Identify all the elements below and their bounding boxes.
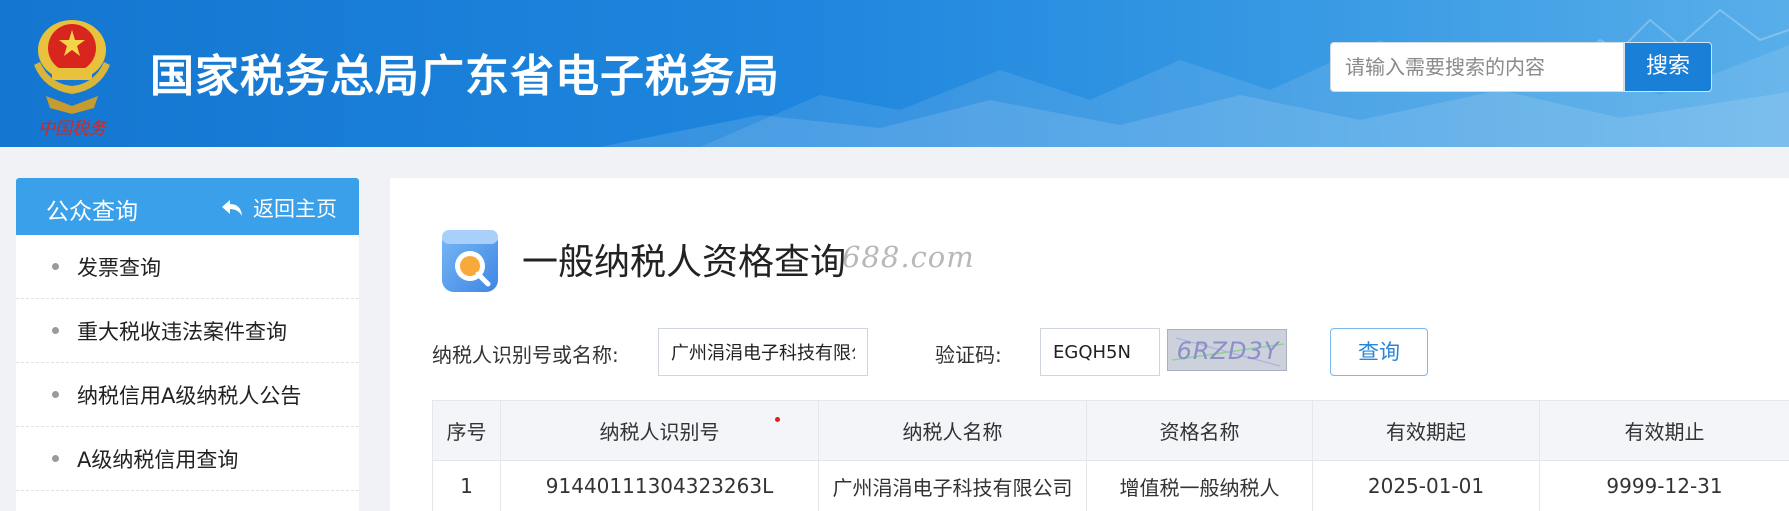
column-header-valid-from: 有效期起 xyxy=(1312,400,1540,461)
column-header-taxpayer-name: 纳税人名称 xyxy=(818,400,1087,461)
cell-valid-from: 2025-01-01 xyxy=(1312,460,1540,511)
bullet-icon xyxy=(52,327,59,334)
column-header-index: 序号 xyxy=(432,400,501,461)
back-arrow-icon xyxy=(222,200,242,216)
cell-qualification: 增值税一般纳税人 xyxy=(1086,460,1313,511)
query-page-icon xyxy=(442,230,498,292)
search-input[interactable] xyxy=(1330,42,1624,92)
captcha-label: 验证码: xyxy=(935,343,1002,367)
sidebar-item-label: 重大税收违法案件查询 xyxy=(77,319,287,344)
captcha-image[interactable]: 6RZD3Y xyxy=(1167,329,1287,371)
required-dot-icon xyxy=(775,417,780,422)
site-title: 国家税务总局广东省电子税务局 xyxy=(150,51,780,102)
back-home-link[interactable]: 返回主页 xyxy=(221,193,337,223)
cell-index: 1 xyxy=(432,460,501,511)
taxpayer-label: 纳税人识别号或名称: xyxy=(432,343,619,367)
result-table: 序号 纳税人识别号 纳税人名称 资格名称 有效期起 有效期止 1 9144011… xyxy=(432,400,1789,511)
search-button[interactable]: 搜索 xyxy=(1624,42,1712,92)
sidebar-header: 公众查询 返回主页 xyxy=(16,178,359,235)
cell-taxpayer-name: 广州涓涓电子科技有限公司 xyxy=(818,460,1087,511)
sidebar-item-major-violation-query[interactable]: 重大税收违法案件查询 xyxy=(16,299,359,363)
sidebar-item-label: A级纳税信用查询 xyxy=(77,447,239,472)
main-panel: 一般纳税人资格查询 688.com 纳税人识别号或名称: 验证码: 6RZD3Y… xyxy=(390,178,1789,511)
bullet-icon xyxy=(52,455,59,462)
emblem-caption: 中国税务 xyxy=(38,119,108,138)
tax-emblem-logo: 中国税务 xyxy=(34,20,110,138)
cell-valid-to: 9999-12-31 xyxy=(1539,460,1789,511)
column-header-taxpayer-id-label: 纳税人识别号 xyxy=(599,420,720,444)
column-header-qualification: 资格名称 xyxy=(1086,400,1313,461)
cell-taxpayer-id: 91440111304323263L xyxy=(500,460,819,511)
column-header-taxpayer-id: 纳税人识别号 xyxy=(500,400,819,461)
back-home-label: 返回主页 xyxy=(253,197,337,221)
site-header: 中国税务 国家税务总局广东省电子税务局 搜索 xyxy=(0,0,1789,147)
sidebar-title: 公众查询 xyxy=(46,199,138,225)
sidebar-item-a-credit-query[interactable]: A级纳税信用查询 xyxy=(16,427,359,491)
captcha-graphic: 6RZD3Y xyxy=(1168,330,1286,370)
bullet-icon xyxy=(52,391,59,398)
sidebar-item-a-credit-notice[interactable]: 纳税信用A级纳税人公告 xyxy=(16,363,359,427)
table-row: 1 91440111304323263L 广州涓涓电子科技有限公司 增值税一般纳… xyxy=(432,460,1789,511)
captcha-input[interactable] xyxy=(1040,328,1160,376)
column-header-valid-to: 有效期止 xyxy=(1539,400,1789,461)
sidebar-item-label: 纳税信用A级纳税人公告 xyxy=(77,383,302,408)
sidebar-item-invoice-query[interactable]: 发票查询 xyxy=(16,235,359,299)
query-button[interactable]: 查询 xyxy=(1330,328,1428,376)
watermark-text: 688.com xyxy=(842,240,975,274)
taxpayer-input[interactable] xyxy=(658,328,868,376)
bullet-icon xyxy=(52,263,59,270)
sidebar: 公众查询 返回主页 发票查询 重大税收违法案件查询 纳税信用A级纳税人公告 A级… xyxy=(16,178,359,511)
sidebar-item-label: 发票查询 xyxy=(77,255,161,280)
page-title: 一般纳税人资格查询 xyxy=(522,242,847,283)
captcha-text: 6RZD3Y xyxy=(1177,337,1281,365)
table-header-row: 序号 纳税人识别号 纳税人名称 资格名称 有效期起 有效期止 xyxy=(432,400,1789,461)
